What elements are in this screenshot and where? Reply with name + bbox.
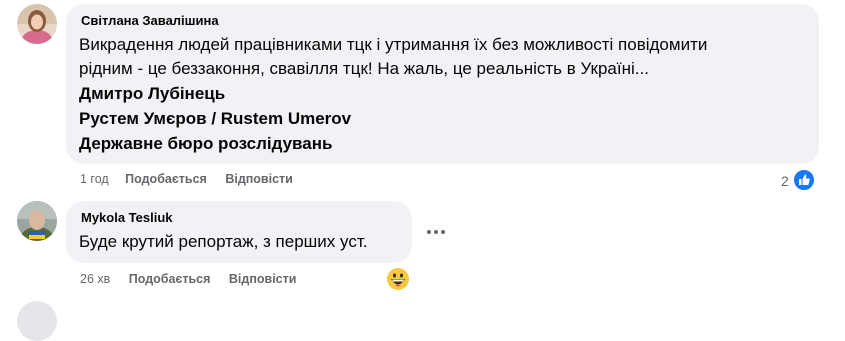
comment-timestamp[interactable]: 26 хв xyxy=(80,272,110,286)
comment-text-line: рідним - це беззаконня, свавілля тцк! На… xyxy=(79,59,649,78)
comment-text: Буде крутий репортаж, з перших уст. xyxy=(79,232,368,251)
comment-actions: 26 хв Подобається Відповісти xyxy=(80,272,296,286)
avatar[interactable] xyxy=(17,301,57,341)
more-options-icon[interactable] xyxy=(420,216,452,248)
mention-link[interactable]: Дмитро Лубінець xyxy=(79,82,225,106)
comment-text-line: Викрадення людей працівниками тцк і утри… xyxy=(79,35,708,54)
reply-button[interactable]: Відповісти xyxy=(225,172,293,186)
comment-author[interactable]: Mykola Tesliuk xyxy=(81,210,173,225)
avatar[interactable] xyxy=(17,201,57,241)
avatar[interactable] xyxy=(17,4,57,44)
reaction-count[interactable]: 2 xyxy=(781,173,789,189)
like-button[interactable]: Подобається xyxy=(129,272,211,286)
mention-link[interactable]: Державне бюро розслідувань xyxy=(79,132,332,156)
like-icon[interactable] xyxy=(792,168,816,192)
grinning-face-emoji[interactable] xyxy=(386,267,410,296)
like-button[interactable]: Подобається xyxy=(125,172,207,186)
comment-author[interactable]: Світлана Завалішина xyxy=(81,13,219,28)
mention-link[interactable]: Рустем Умєров / Rustem Umerov xyxy=(79,107,351,131)
comment-timestamp[interactable]: 1 год xyxy=(80,172,109,186)
reply-button[interactable]: Відповісти xyxy=(229,272,297,286)
comment-actions: 1 год Подобається Відповісти xyxy=(80,172,293,186)
